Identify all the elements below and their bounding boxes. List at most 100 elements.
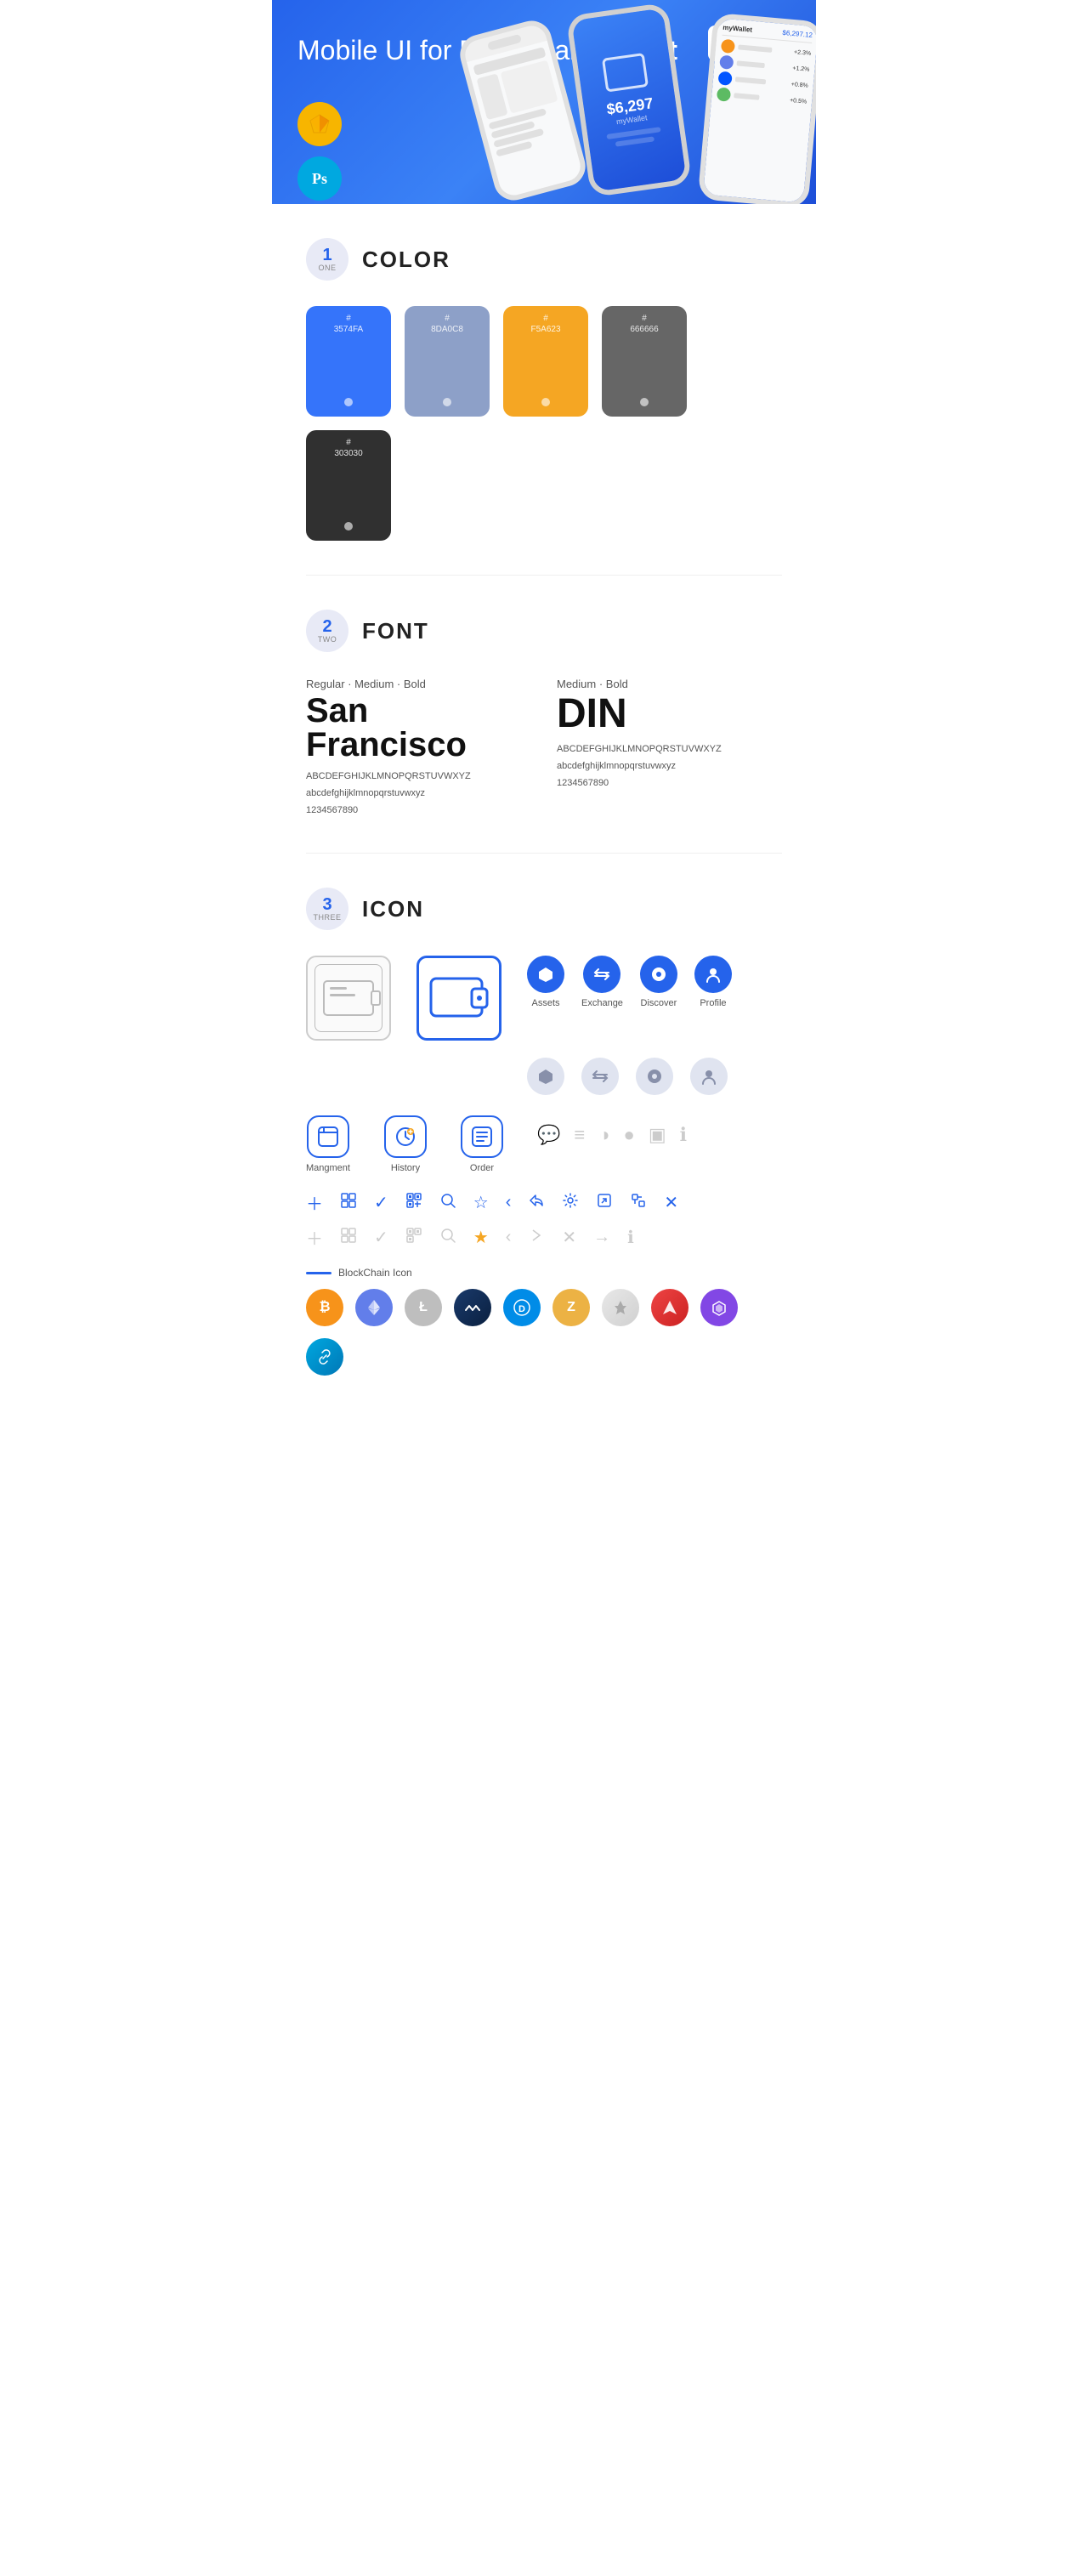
management-icon: [307, 1115, 349, 1158]
color-section-header: 1 ONE COLOR: [306, 238, 782, 281]
font-din-upper: ABCDEFGHIJKLMNOPQRSTUVWXYZ abcdefghijklm…: [557, 741, 782, 792]
icon-title: ICON: [362, 896, 424, 922]
font-number-text: TWO: [318, 635, 337, 644]
profile-icon: [694, 956, 732, 993]
font-title: FONT: [362, 618, 429, 644]
swatch-orange: #F5A623: [503, 306, 588, 417]
check-icon-gray: ✓: [374, 1227, 388, 1248]
svg-text:D: D: [518, 1304, 525, 1314]
icon-number: 3: [322, 896, 332, 913]
discover-icon-group: Discover: [640, 956, 677, 1008]
bottom-nav-row: Mangment History Order 💬 ≡ ◑ ● ▣ ℹ: [306, 1115, 782, 1173]
matic-icon: [700, 1289, 738, 1326]
font-sf-style: Regular · Medium · Bold: [306, 678, 531, 690]
ark-icon: [651, 1289, 688, 1326]
icon-section: 3 THREE ICON: [272, 854, 816, 1410]
eth-icon: [355, 1289, 393, 1326]
gear-icon: [562, 1192, 579, 1214]
exchange-icon: [583, 956, 620, 993]
font-section: 2 TWO FONT Regular · Medium · Bold San F…: [272, 576, 816, 853]
icon-row-1: Assets Exchange Discover Profile: [306, 956, 782, 1041]
link-icon: [306, 1338, 343, 1376]
color-number-text: ONE: [318, 264, 336, 272]
waves-icon: [454, 1289, 491, 1326]
back-icon-gray: ‹: [506, 1228, 512, 1247]
management-label: Mangment: [306, 1163, 350, 1173]
wallet-wireframe-icon: [306, 956, 391, 1041]
order-icon: [461, 1115, 503, 1158]
speech-icon: 💬: [537, 1124, 560, 1146]
swatch-blue: #3574FA: [306, 306, 391, 417]
export-icon: [596, 1192, 613, 1214]
history-label: History: [391, 1163, 420, 1173]
info-icon: ℹ: [680, 1124, 687, 1146]
list-icon-gray: [340, 1227, 357, 1249]
icon-number-text: THREE: [313, 913, 341, 922]
sketch-badge: [298, 102, 342, 146]
color-swatches: #3574FA #8DA0C8 #F5A623 #666666 #303030: [306, 306, 782, 541]
management-icon-group: Mangment: [306, 1115, 350, 1173]
star-icon-orange: ★: [473, 1227, 489, 1248]
order-icon-group: Order: [461, 1115, 503, 1173]
arrow-icon-gray: →: [593, 1228, 610, 1247]
profile-icon-group: Profile: [694, 956, 732, 1008]
font-section-header: 2 TWO FONT: [306, 610, 782, 652]
order-label: Order: [470, 1163, 494, 1173]
qr-icon: [405, 1192, 422, 1214]
stack-icon: ≡: [574, 1124, 585, 1146]
font-sf-upper: ABCDEFGHIJKLMNOPQRSTUVWXYZ abcdefghijklm…: [306, 769, 531, 819]
plus-icon-gray: ＋: [306, 1225, 323, 1250]
color-number: 1: [322, 247, 332, 264]
bc-text: BlockChain Icon: [338, 1267, 412, 1279]
dash-icon: D: [503, 1289, 541, 1326]
util-icons-gray-set: 💬 ≡ ◑ ● ▣ ℹ: [537, 1115, 687, 1146]
x-icon-gray: ✕: [562, 1227, 576, 1248]
nav-icons-blue: Assets Exchange Discover Profile: [527, 956, 732, 1008]
font-din-style: Medium · Bold: [557, 678, 782, 690]
font-sf: Regular · Medium · Bold San Francisco AB…: [306, 678, 531, 819]
assets-icon-gray: [527, 1058, 564, 1095]
ps-badge: Ps: [298, 156, 342, 201]
resize-icon: [630, 1192, 647, 1214]
icon-number-circle: 3 THREE: [306, 888, 348, 930]
history-icon: [384, 1115, 427, 1158]
close-icon: ✕: [664, 1192, 678, 1213]
swatch-dark: #303030: [306, 430, 391, 541]
grid-icon: [340, 1192, 357, 1214]
font-number-circle: 2 TWO: [306, 610, 348, 652]
font-din-name: DIN: [557, 694, 782, 735]
wallet-blue-icon: [416, 956, 502, 1041]
swatch-gray-blue: #8DA0C8: [405, 306, 490, 417]
history-icon-group: History: [384, 1115, 427, 1173]
ltc-icon: Ł: [405, 1289, 442, 1326]
profile-label: Profile: [700, 998, 726, 1008]
plus-icon: ＋: [306, 1190, 323, 1215]
circle-icon: ●: [624, 1124, 635, 1146]
star-icon: ☆: [473, 1192, 489, 1213]
discover-icon-gray: [636, 1058, 673, 1095]
zcash-icon: Z: [552, 1289, 590, 1326]
hero-badges: Ps 60+ Screens: [298, 102, 342, 204]
hero-section: Mobile UI for Blockchain Wallet UI Kit P…: [272, 0, 816, 204]
message-icon: ▣: [649, 1124, 666, 1146]
check-icon: ✓: [374, 1192, 388, 1213]
search-icon-gray: [439, 1227, 456, 1249]
color-title: COLOR: [362, 247, 450, 273]
exchange-label: Exchange: [581, 998, 623, 1008]
icon-section-header: 3 THREE ICON: [306, 888, 782, 930]
back-icon: ‹: [506, 1193, 512, 1212]
assets-icon-group: Assets: [527, 956, 564, 1008]
share-icon: [528, 1192, 545, 1214]
exchange-icon-gray: [581, 1058, 619, 1095]
search-icon: [439, 1192, 456, 1214]
exchange-icon-group: Exchange: [581, 956, 623, 1008]
nav-icons-gray: [306, 1058, 782, 1095]
iota-icon: [602, 1289, 639, 1326]
color-section: 1 ONE COLOR #3574FA #8DA0C8 #F5A623 #666…: [272, 204, 816, 575]
blockchain-label: BlockChain Icon: [306, 1267, 782, 1279]
info-icon-gray: ℹ: [627, 1227, 634, 1248]
btc-icon: ₿: [306, 1289, 343, 1326]
font-din: Medium · Bold DIN ABCDEFGHIJKLMNOPQRSTUV…: [557, 678, 782, 819]
assets-icon: [527, 956, 564, 993]
forward-icon-gray: [528, 1227, 545, 1249]
